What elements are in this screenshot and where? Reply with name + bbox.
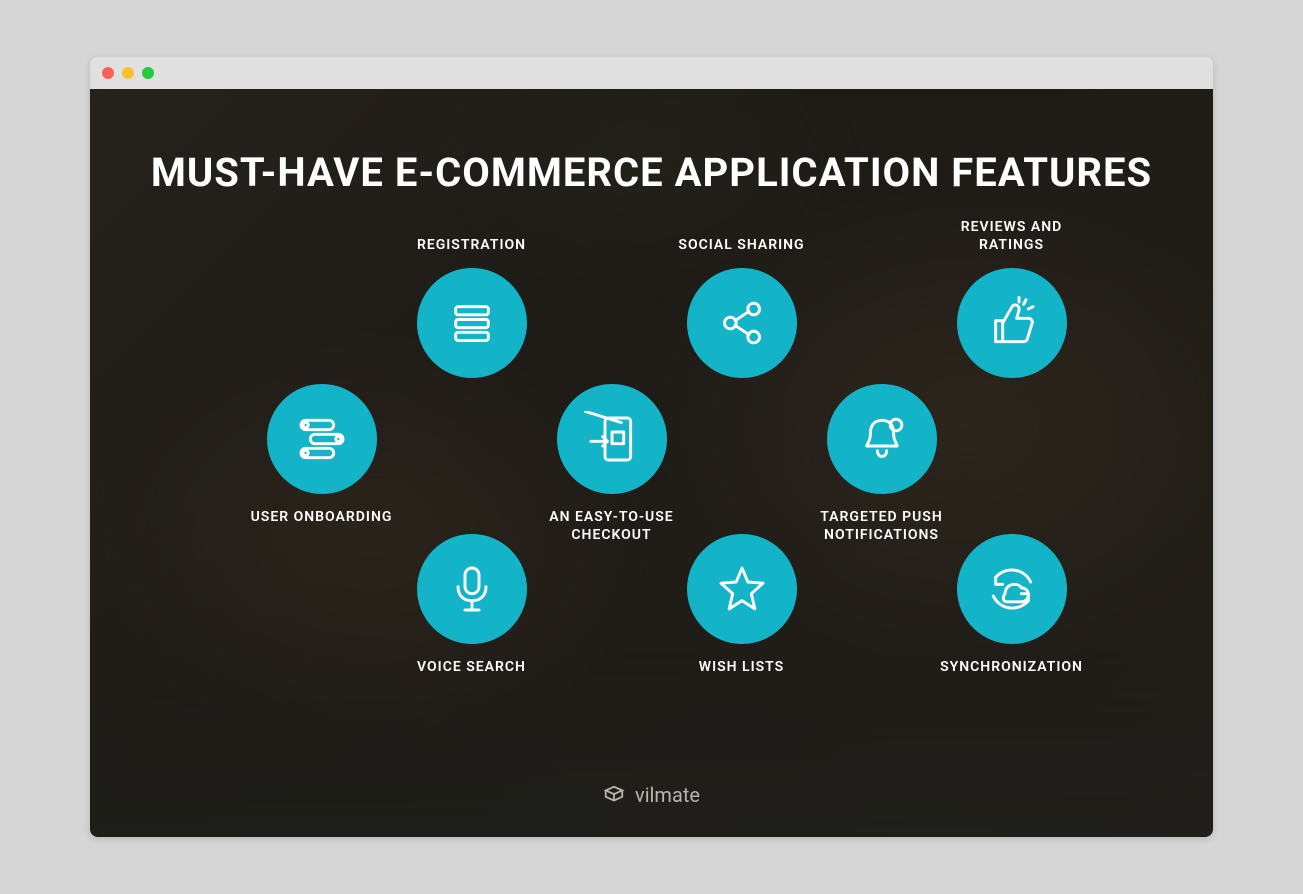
stack-icon — [417, 268, 527, 378]
steps-icon — [267, 384, 377, 494]
logo-text: vilmate — [635, 783, 700, 807]
feature-user-onboarding: USER ONBOARDING — [222, 384, 422, 526]
feature-label: VOICE SEARCH — [417, 658, 526, 676]
page-title: MUST-HAVE E-COMMERCE APPLICATION FEATURE… — [151, 149, 1152, 196]
window-close-icon[interactable] — [102, 67, 114, 79]
feature-voice-search: VOICE SEARCH — [372, 534, 572, 676]
content-area: MUST-HAVE E-COMMERCE APPLICATION FEATURE… — [90, 89, 1213, 837]
share-icon — [687, 268, 797, 378]
feature-label: REVIEWS AND RATINGS — [961, 218, 1063, 254]
feature-wish-lists: WISH LISTS — [642, 534, 842, 676]
microphone-icon — [417, 534, 527, 644]
feature-label: SYNCHRONIZATION — [940, 658, 1083, 676]
features-grid: REGISTRATIONSOCIAL SHARINGREVIEWS AND RA… — [212, 236, 1092, 716]
footer-logo: vilmate — [90, 783, 1213, 807]
feature-label: REGISTRATION — [417, 236, 526, 254]
feature-easy-checkout: AN EASY-TO-USE CHECKOUT — [512, 384, 712, 544]
titlebar — [90, 57, 1213, 89]
feature-label: WISH LISTS — [699, 658, 784, 676]
feature-label: USER ONBOARDING — [251, 508, 393, 526]
feature-registration: REGISTRATION — [372, 236, 572, 378]
feature-label: SOCIAL SHARING — [678, 236, 804, 254]
checkout-icon — [557, 384, 667, 494]
logo-icon — [603, 784, 625, 806]
feature-push-notifications: TARGETED PUSH NOTIFICATIONS — [782, 384, 982, 544]
feature-synchronization: SYNCHRONIZATION — [912, 534, 1112, 676]
star-icon — [687, 534, 797, 644]
feature-social-sharing: SOCIAL SHARING — [642, 236, 842, 378]
sync-icon — [957, 534, 1067, 644]
window-maximize-icon[interactable] — [142, 67, 154, 79]
browser-window: MUST-HAVE E-COMMERCE APPLICATION FEATURE… — [90, 57, 1213, 837]
bell-icon — [827, 384, 937, 494]
feature-reviews-ratings: REVIEWS AND RATINGS — [912, 218, 1112, 378]
window-minimize-icon[interactable] — [122, 67, 134, 79]
thumbs-up-icon — [957, 268, 1067, 378]
